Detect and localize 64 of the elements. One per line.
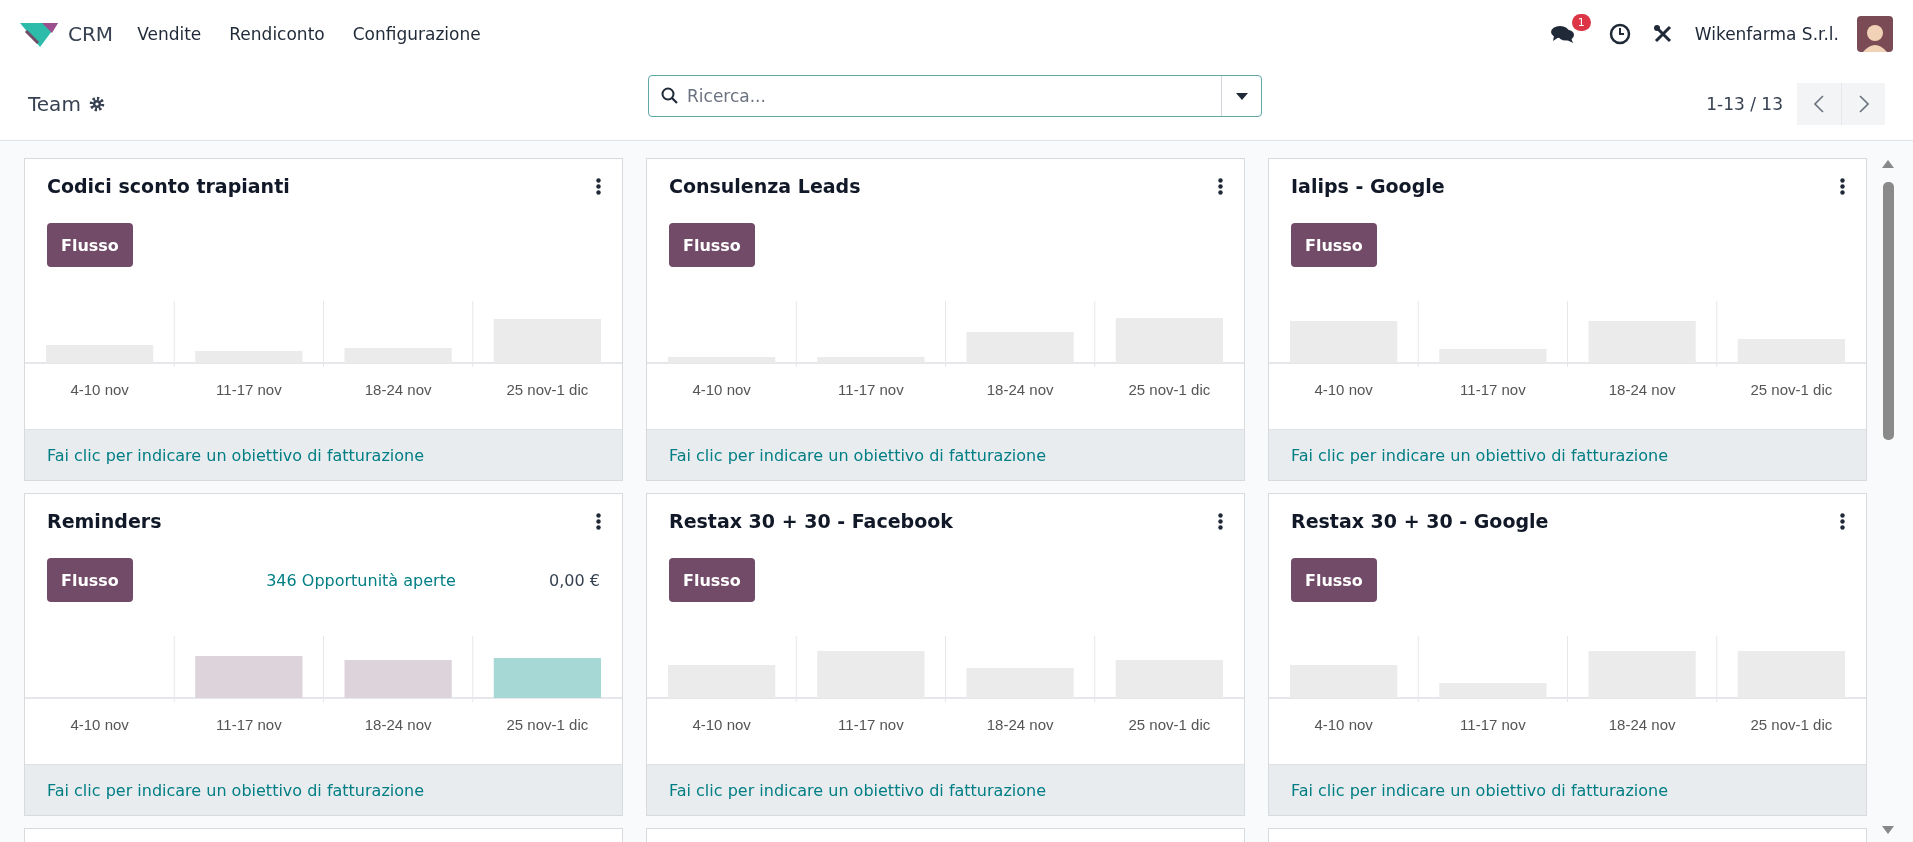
week-label: 4-10 nov — [691, 716, 752, 733]
week-label: 11-17 nov — [1459, 381, 1527, 398]
week-label: 11-17 nov — [215, 381, 283, 398]
week-label: 11-17 nov — [837, 716, 905, 733]
logo-icon — [20, 20, 58, 47]
week-label: 18-24 nov — [985, 381, 1055, 398]
team-name[interactable]: Restax 30 + 30 - Facebook — [669, 510, 953, 532]
pipeline-button[interactable]: Flusso — [669, 223, 755, 267]
amount-text: 0,00 € — [549, 570, 600, 590]
more-options-icon[interactable] — [1218, 177, 1223, 195]
search-input[interactable]: Ricerca... — [679, 76, 1221, 116]
team-name[interactable]: Codici sconto trapianti — [47, 175, 290, 197]
more-options-icon[interactable] — [1840, 177, 1845, 195]
more-options-icon[interactable] — [1840, 512, 1845, 530]
team-name[interactable]: Consulenza Leads — [669, 175, 861, 197]
pipeline-button[interactable]: Flusso — [47, 223, 133, 267]
chat-icon[interactable] — [1550, 23, 1575, 44]
team-name[interactable]: Restax 30 + 30 - Google — [1291, 510, 1549, 532]
week-label: 25 nov-1 dic — [505, 381, 590, 398]
week-label: 18-24 nov — [1607, 716, 1677, 733]
menu-item[interactable]: Rendiconto — [229, 19, 325, 48]
company-name[interactable]: Wikenfarma S.r.l. — [1694, 23, 1839, 44]
week-label: 4-10 nov — [69, 716, 130, 733]
week-label: 11-17 nov — [215, 716, 283, 733]
avatar[interactable] — [1857, 15, 1893, 52]
week-label: 18-24 nov — [1607, 381, 1677, 398]
open-opportunities-link[interactable]: 346 Opportunità aperte — [226, 570, 456, 590]
menu-item[interactable]: Configurazione — [352, 19, 481, 48]
pipeline-button[interactable]: Flusso — [669, 558, 755, 602]
week-label: 25 nov-1 dic — [1127, 381, 1212, 398]
app-name[interactable]: CRM — [68, 21, 114, 46]
week-label: 11-17 nov — [1459, 716, 1527, 733]
pager-text: 1-13 / 13 — [1706, 94, 1783, 114]
more-options-icon[interactable] — [1218, 512, 1223, 530]
notification-badge: 1 — [1571, 13, 1591, 31]
tools-icon[interactable] — [1652, 23, 1673, 44]
team-name[interactable]: Ialips - Google — [1291, 175, 1445, 197]
pipeline-button[interactable]: Flusso — [47, 558, 133, 602]
week-label: 18-24 nov — [363, 716, 433, 733]
pipeline-button[interactable]: Flusso — [1291, 223, 1377, 267]
week-label: 11-17 nov — [837, 381, 905, 398]
week-label: 25 nov-1 dic — [1127, 716, 1212, 733]
pipeline-button[interactable]: Flusso — [1291, 558, 1377, 602]
week-label: 25 nov-1 dic — [505, 716, 590, 733]
chevron-left-icon — [1814, 95, 1824, 113]
more-options-icon[interactable] — [596, 512, 601, 530]
settings-icon[interactable] — [88, 96, 105, 112]
week-label: 25 nov-1 dic — [1749, 716, 1834, 733]
menu-item[interactable]: Vendite — [137, 19, 202, 48]
clock-icon[interactable] — [1608, 22, 1631, 45]
page-title: Team — [28, 92, 81, 116]
week-label: 25 nov-1 dic — [1749, 381, 1834, 398]
search-icon — [661, 87, 679, 105]
week-label: 4-10 nov — [1313, 716, 1374, 733]
caret-icon — [1235, 92, 1248, 100]
week-label: 4-10 nov — [1313, 381, 1374, 398]
week-label: 18-24 nov — [985, 716, 1055, 733]
week-label: 18-24 nov — [363, 381, 433, 398]
more-options-icon[interactable] — [596, 177, 601, 195]
team-name[interactable]: Reminders — [47, 510, 162, 532]
week-label: 4-10 nov — [691, 381, 752, 398]
week-label: 4-10 nov — [69, 381, 130, 398]
chevron-right-icon — [1858, 95, 1869, 113]
search-field[interactable]: Ricerca... — [648, 75, 1262, 117]
